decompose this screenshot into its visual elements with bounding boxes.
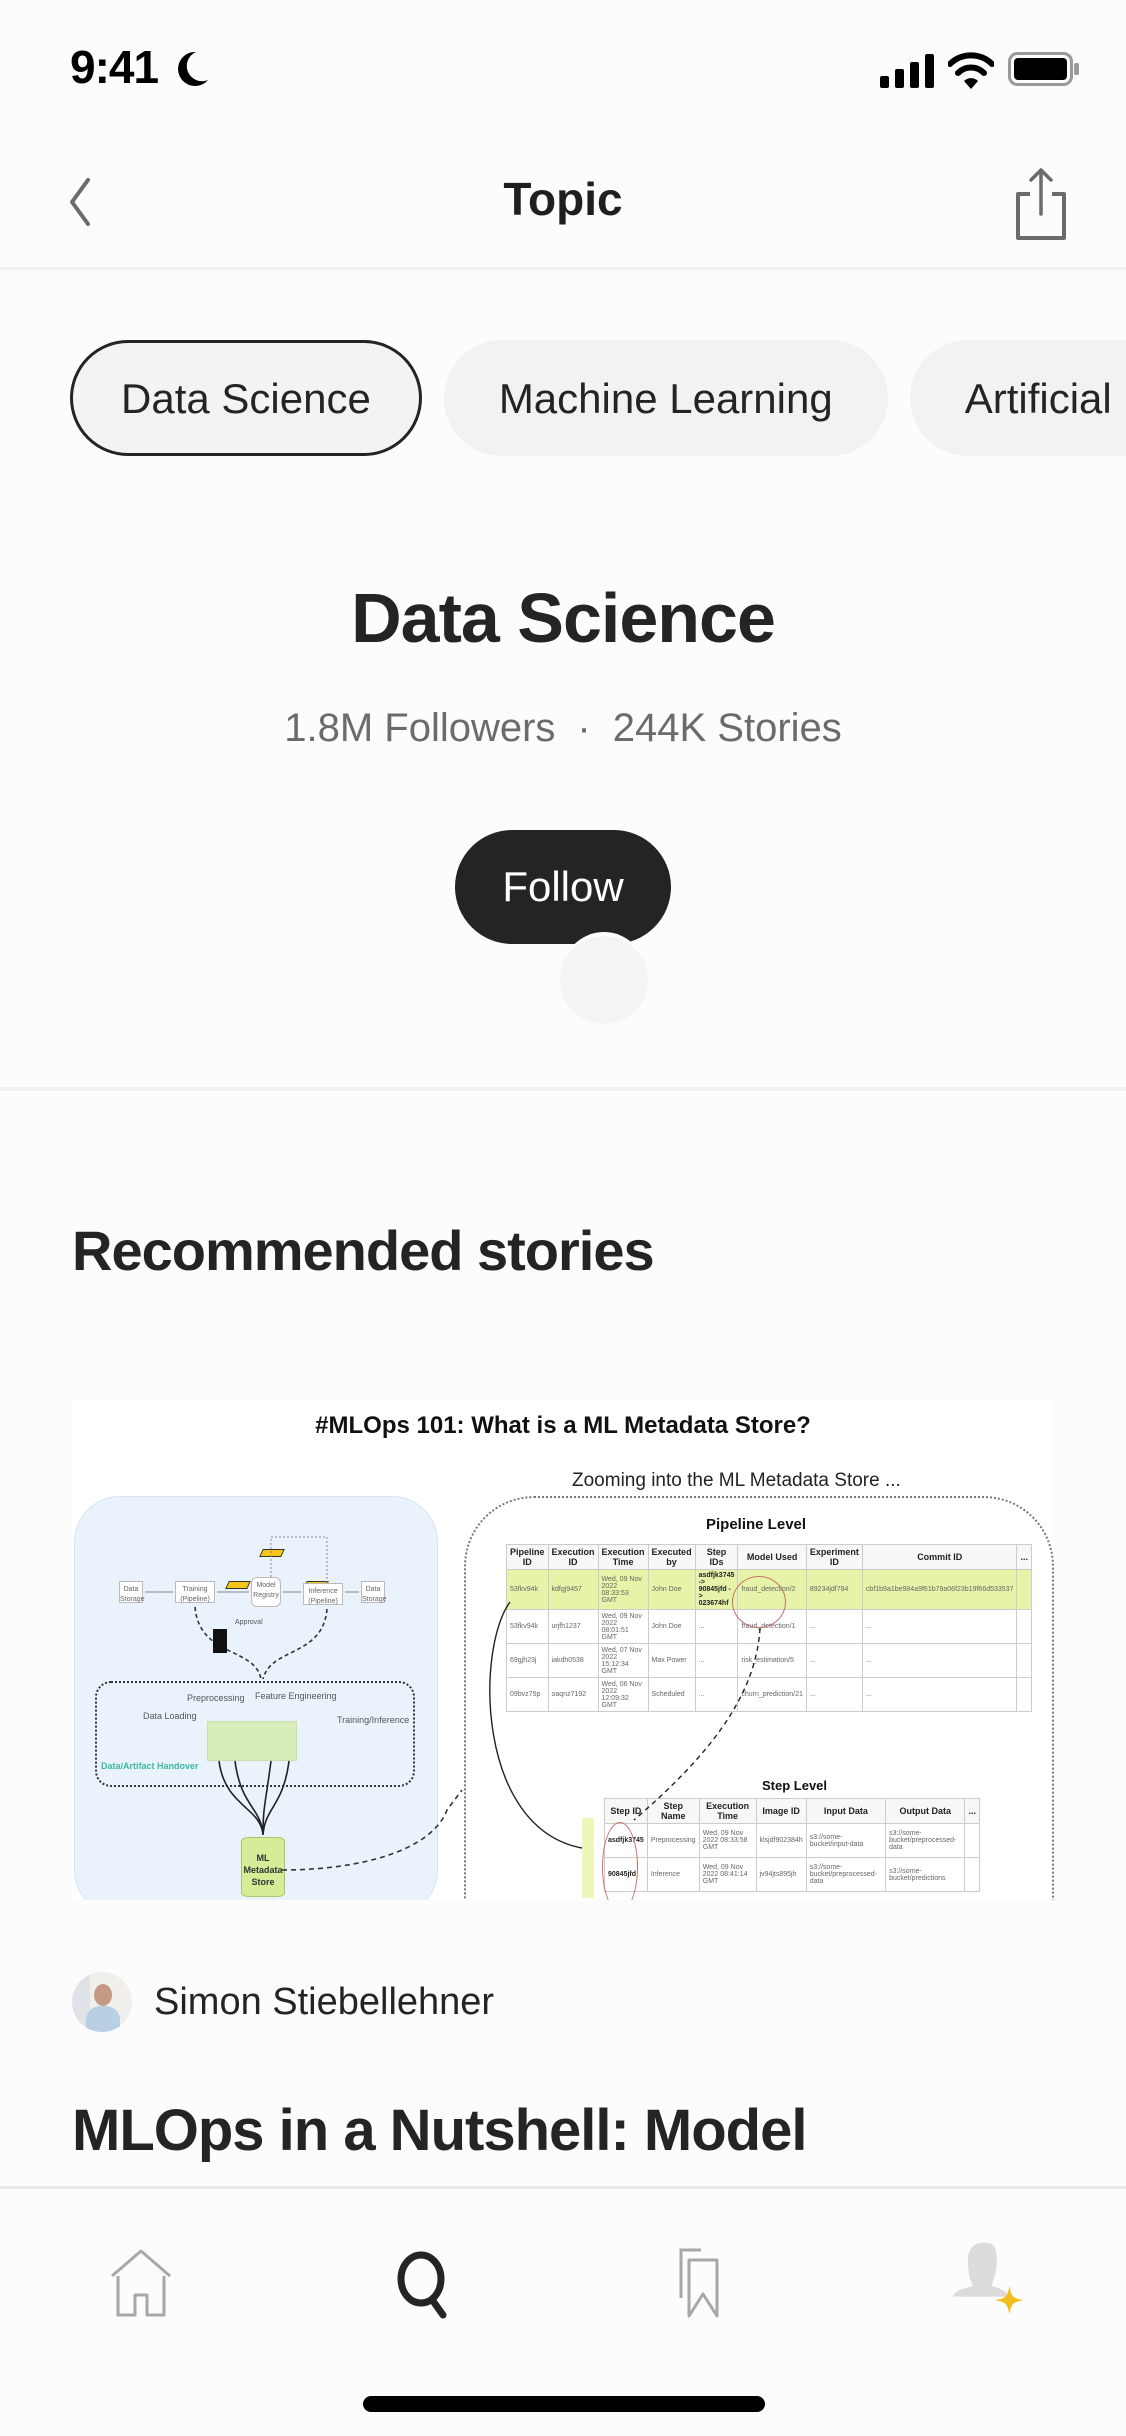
cover-heading: #MLOps 101: What is a ML Metadata Store? <box>315 1412 811 1439</box>
nav-bar: Topic <box>0 140 1126 270</box>
chip-data-science[interactable]: Data Science <box>70 340 422 456</box>
chip-artificial-intelligence[interactable]: Artificial Intelligence <box>909 340 1126 456</box>
tab-profile[interactable] <box>950 2239 1040 2329</box>
home-indicator[interactable] <box>363 2396 765 2412</box>
touch-indicator <box>560 930 648 1024</box>
stats-separator: · <box>577 706 591 750</box>
profile-icon <box>953 2242 1024 2315</box>
store-link-connector <box>282 1790 463 1871</box>
cellular-signal-icon <box>880 54 934 88</box>
stories-count: 244K Stories <box>612 706 842 750</box>
chip-machine-learning[interactable]: Machine Learning <box>443 340 888 456</box>
wifi-icon <box>948 52 994 89</box>
status-time: 9:41 <box>70 41 159 93</box>
cover-zoom-label: Zooming into the ML Metadata Store ... <box>572 1470 901 1491</box>
moon-icon <box>178 51 208 86</box>
share-icon[interactable] <box>1010 166 1072 242</box>
author-name[interactable]: Simon Stiebellehner <box>154 1981 494 2024</box>
recommended-heading: Recommended stories <box>72 1219 655 1282</box>
table-connectors <box>489 1601 761 1849</box>
topic-chips: Data ScienceMachine LearningArtificial I… <box>70 340 1126 456</box>
follow-button[interactable]: Follow <box>455 830 671 944</box>
topic-title: Data Science <box>351 579 776 657</box>
topic-stats: 1.8M Followers · 244K Stories <box>0 706 1126 751</box>
tab-home[interactable] <box>96 2239 186 2329</box>
metadata-store-zoom: Pipeline Level Pipeline ID Execution ID Ex… <box>464 1496 1054 1900</box>
story-cover-image[interactable]: #MLOps 101: What is a ML Metadata Store?… <box>72 1400 1054 1900</box>
story-title-line-1: MLOps in a Nutshell: Model <box>72 2098 807 2163</box>
followers-count: 1.8M Followers <box>284 706 556 750</box>
tab-search[interactable] <box>380 2239 470 2329</box>
story-author[interactable]: Simon Stiebellehner <box>72 1972 494 2032</box>
author-avatar[interactable] <box>72 1972 132 2032</box>
search-icon <box>397 2251 447 2319</box>
battery-icon <box>1008 52 1079 86</box>
tab-library[interactable] <box>656 2239 746 2329</box>
status-bar: 9:41 <box>0 0 1126 140</box>
home-icon <box>111 2249 171 2317</box>
section-divider <box>0 1087 1126 1091</box>
bookmarks-icon <box>679 2248 719 2318</box>
page-title: Topic <box>503 173 623 225</box>
